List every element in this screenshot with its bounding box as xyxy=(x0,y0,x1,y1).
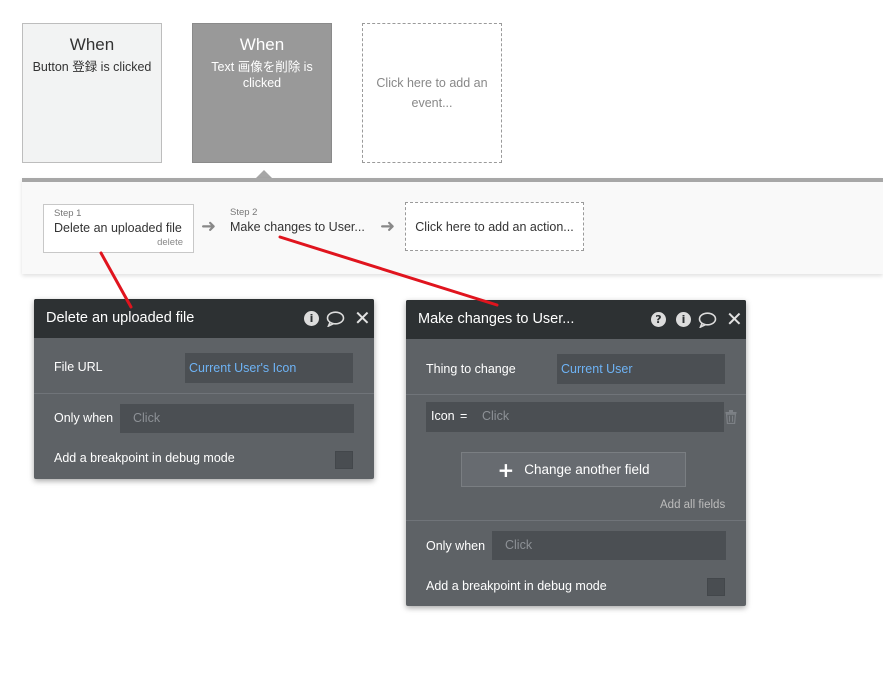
close-icon[interactable]: ✕ xyxy=(354,307,371,329)
change-another-field-button[interactable]: + Change another field xyxy=(461,452,686,487)
selected-event-pointer xyxy=(256,170,272,178)
add-action-button[interactable]: Click here to add an action... xyxy=(405,202,584,251)
only-when-label: Only when xyxy=(426,539,486,553)
panel-title: Delete an uploaded file xyxy=(46,310,195,326)
divider xyxy=(406,394,746,395)
delete-file-panel: Delete an uploaded file i ✕ File URL Cur… xyxy=(34,299,374,479)
divider xyxy=(34,393,374,394)
field-name-label: Icon xyxy=(431,409,455,423)
delete-step-link[interactable]: delete xyxy=(157,237,183,248)
breakpoint-checkbox[interactable] xyxy=(707,578,725,596)
info-icon[interactable]: i xyxy=(304,311,319,326)
field-value-input[interactable]: Click xyxy=(482,402,509,431)
event-card-button-clicked[interactable]: When Button 登録 is clicked xyxy=(22,23,162,163)
help-icon[interactable]: ? xyxy=(651,312,666,327)
step-number: Step 2 xyxy=(230,207,258,218)
info-icon[interactable]: i xyxy=(676,312,691,327)
event-card-text-clicked[interactable]: When Text 画像を削除 is clicked xyxy=(192,23,332,163)
step-title: Delete an uploaded file xyxy=(54,221,182,235)
add-event-label: Click here to add an event... xyxy=(376,76,488,110)
file-url-field[interactable]: Current User's Icon xyxy=(185,353,353,383)
step-number: Step 1 xyxy=(54,208,82,219)
only-when-input[interactable]: Click xyxy=(120,404,354,433)
plus-icon: + xyxy=(497,457,515,482)
add-event-button[interactable]: Click here to add an event... xyxy=(362,23,502,163)
arrow-right-icon: ➜ xyxy=(201,216,217,236)
file-url-label: File URL xyxy=(54,360,103,374)
make-changes-panel: Make changes to User... ? i ✕ Thing to c… xyxy=(406,300,746,606)
comment-icon[interactable] xyxy=(326,311,345,327)
breakpoint-checkbox[interactable] xyxy=(335,451,353,469)
trash-icon[interactable] xyxy=(725,410,737,424)
field-operator: = xyxy=(460,409,468,423)
change-another-field-label: Change another field xyxy=(524,462,650,477)
breakpoint-label: Add a breakpoint in debug mode xyxy=(426,579,607,593)
breakpoint-label: Add a breakpoint in debug mode xyxy=(54,451,235,465)
event-description: Text 画像を削除 is clicked xyxy=(211,60,313,90)
icon-field-row[interactable]: Icon = Click xyxy=(426,402,724,432)
panel-title: Make changes to User... xyxy=(418,311,575,327)
thing-to-change-field[interactable]: Current User xyxy=(557,354,725,384)
close-icon[interactable]: ✕ xyxy=(726,308,743,330)
event-when-label: When xyxy=(239,35,285,54)
event-description: Button 登録 is clicked xyxy=(32,60,152,74)
event-when-label: When xyxy=(69,35,115,54)
workflow-step-2[interactable]: Step 2 Make changes to User... xyxy=(230,207,380,234)
only-when-input[interactable]: Click xyxy=(492,531,726,560)
arrow-right-icon: ➜ xyxy=(380,216,396,236)
workflow-step-1[interactable]: Step 1 Delete an uploaded file delete xyxy=(43,204,194,253)
thing-to-change-label: Thing to change xyxy=(426,362,516,376)
step-title: Make changes to User... xyxy=(230,220,365,234)
panel-header: Delete an uploaded file i ✕ xyxy=(34,299,374,338)
panel-header: Make changes to User... ? i ✕ xyxy=(406,300,746,339)
add-all-fields-link[interactable]: Add all fields xyxy=(660,499,725,511)
divider xyxy=(406,520,746,521)
only-when-label: Only when xyxy=(54,411,114,425)
comment-icon[interactable] xyxy=(698,312,717,328)
add-action-label: Click here to add an action... xyxy=(415,219,574,234)
